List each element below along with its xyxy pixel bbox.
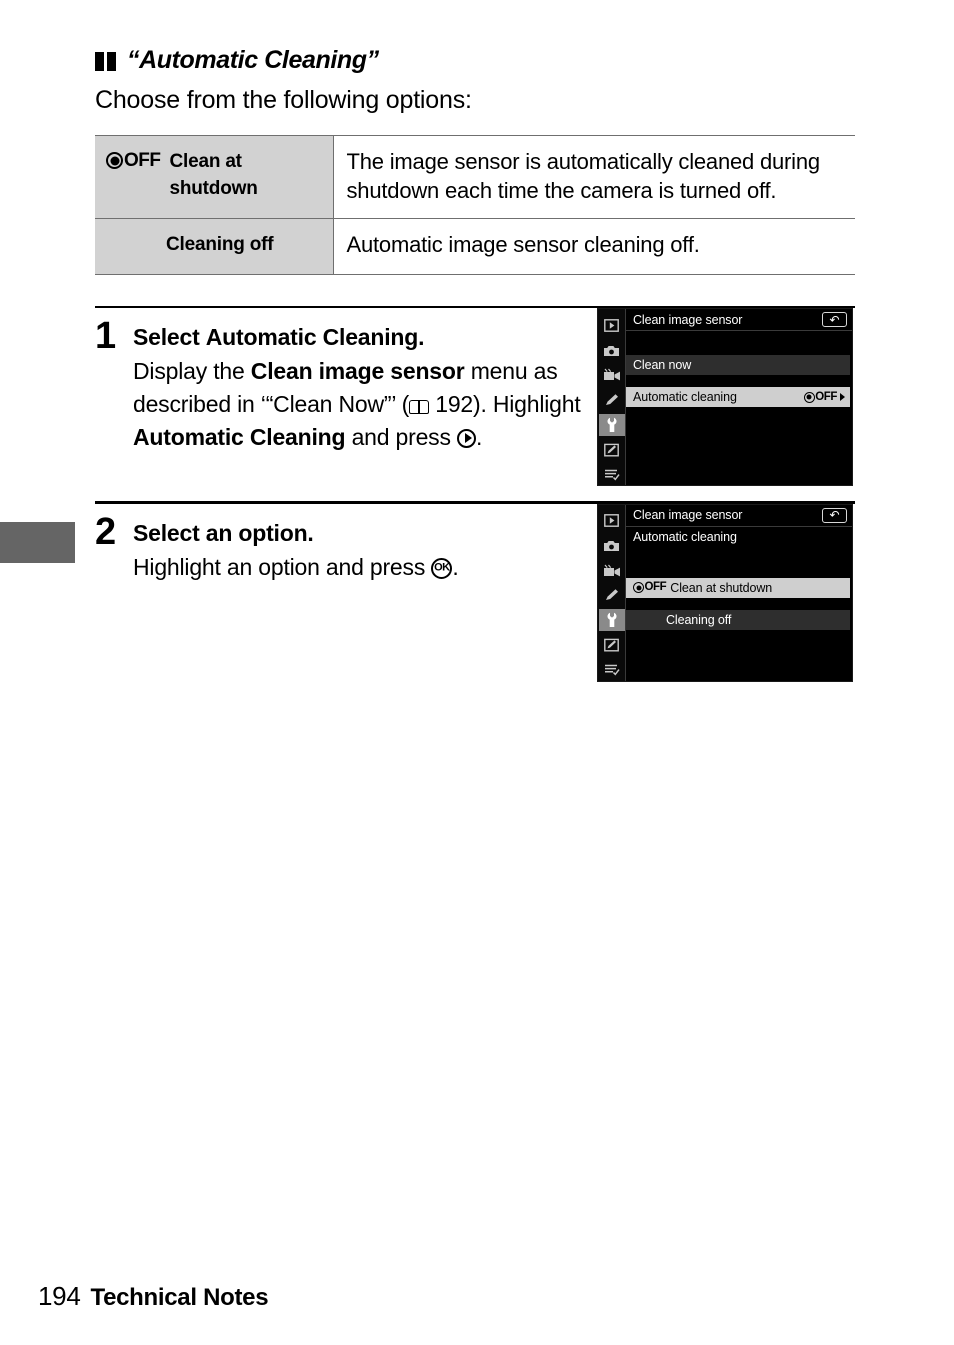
lcd-title: Clean image sensor [633,312,743,327]
my-menu-icon[interactable] [599,659,625,681]
step-title: Select Automatic Cleaning. [133,324,425,351]
lcd-main-panel: Clean image sensor ↶ Clean now Automatic… [626,309,852,485]
my-menu-icon[interactable] [599,464,625,486]
off-status-text: OFF [815,390,837,403]
lcd-menu-item-clean-now[interactable]: Clean now [626,355,850,376]
step-body: Select Automatic Cleaning. Display the C… [133,308,597,486]
options-table: OFF Clean at shutdown The image sensor i… [95,135,855,275]
lcd-menu-item-automatic-cleaning[interactable]: Automatic cleaning OFF [626,387,850,408]
photo-shooting-menu-icon[interactable] [599,535,625,557]
retouch-menu-icon[interactable] [599,439,625,461]
lcd-option-label: Clean at shutdown [670,580,773,595]
clean-at-shutdown-icon: OFF [106,151,161,170]
multi-selector-right-icon [456,428,476,448]
setup-menu-icon[interactable] [598,609,625,632]
camera-lcd-clean-image-sensor-menu: Clean image sensor ↶ Clean now Automatic… [597,308,853,487]
section-title: “Automatic Cleaning” [127,46,379,74]
option-description: The image sensor is automatically cleane… [333,135,855,219]
step-text: Display the Clean image sensor menu as d… [133,358,581,450]
step-2-screenshot: Clean image sensor ↶ Automatic cleaning … [597,503,855,682]
step-title: Select an option. [133,519,314,546]
off-status-icon: OFF [803,390,837,404]
step-2: 2 Select an option. Highlight an option … [95,503,855,682]
lcd-menu-item-label: Automatic cleaning [633,390,737,405]
movie-shooting-menu-icon[interactable] [599,364,625,386]
camera-lcd-automatic-cleaning-options: Clean image sensor ↶ Automatic cleaning … [597,503,853,682]
double-square-icon [95,52,116,71]
off-icon-text: OFF [124,150,161,171]
photo-shooting-menu-icon[interactable] [599,339,625,361]
option-label-cell: OFF Clean at shutdown [95,135,334,219]
option-label: Clean at shutdown [169,151,258,199]
lcd-title-bar: Clean image sensor ↶ [626,309,852,332]
step-number: 2 [95,510,116,553]
return-help-icon[interactable]: ↶ [822,312,847,328]
lcd-title: Clean image sensor [633,508,743,523]
option-description: Automatic image sensor cleaning off. [333,217,855,275]
option-label-cell: Cleaning off [95,217,334,275]
custom-settings-menu-icon[interactable] [599,584,625,606]
off-icon-text: OFF [644,581,667,594]
chevron-right-icon [840,393,845,402]
playback-menu-icon[interactable] [599,314,625,336]
return-help-icon[interactable]: ↶ [822,507,847,523]
retouch-menu-icon[interactable] [599,634,625,656]
page-number: 194 [38,1281,81,1311]
section-heading: “Automatic Cleaning” [95,0,855,75]
ok-button-icon: OK [431,557,453,579]
lcd-subtitle: Automatic cleaning [633,529,737,544]
lcd-sidebar [598,309,626,486]
chapter-name: Technical Notes [90,1284,269,1311]
setup-menu-icon[interactable] [598,413,625,436]
lcd-sidebar [598,504,626,681]
custom-settings-menu-icon[interactable] [599,389,625,411]
lcd-option-cleaning-off[interactable]: Cleaning off [626,609,850,630]
option-label: Cleaning off [166,233,274,255]
step-body: Select an option. Highlight an option an… [133,504,597,682]
step-number: 1 [95,315,116,358]
step-1-screenshot: Clean image sensor ↶ Clean now Automatic… [597,308,855,487]
page-content: “Automatic Cleaning” Choose from the fol… [95,0,855,682]
table-row: Cleaning off Automatic image sensor clea… [95,217,855,275]
lcd-title-bar: Clean image sensor ↶ [626,505,852,527]
clean-at-shutdown-icon: OFF [633,581,667,594]
chapter-thumb-tab [0,522,75,563]
book-page-reference-icon [409,399,430,414]
page-footer: 194 Technical Notes [38,1281,269,1312]
lcd-menu-item-label: Clean now [633,358,692,373]
step-text-run: Highlight an option and press [133,553,432,580]
movie-shooting-menu-icon[interactable] [599,560,625,582]
step-1: 1 Select Automatic Cleaning. Display the… [95,308,855,487]
lcd-option-label: Cleaning off [666,612,732,627]
lcd-main-panel: Clean image sensor ↶ Automatic cleaning … [626,505,852,681]
table-row: OFF Clean at shutdown The image sensor i… [95,135,855,219]
playback-menu-icon[interactable] [599,510,625,532]
section-lead-text: Choose from the following options: [95,86,472,114]
step-text: Highlight an option and press OK. [133,553,459,580]
lcd-option-clean-at-shutdown[interactable]: OFF Clean at shutdown [626,577,850,598]
